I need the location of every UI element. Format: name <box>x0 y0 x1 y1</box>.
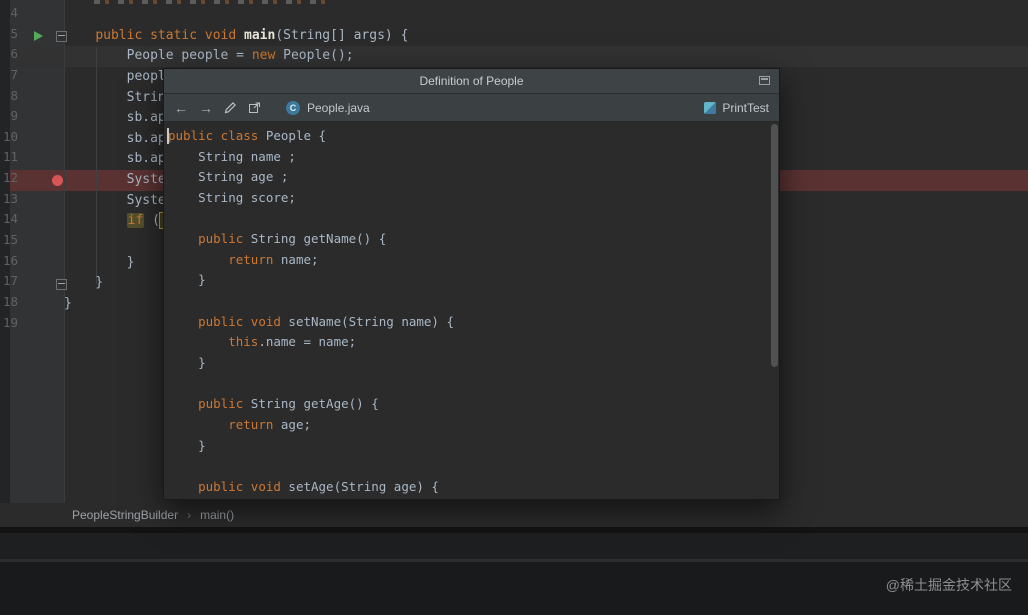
line-number: 6 <box>10 46 18 62</box>
line-number: 19 <box>2 314 18 330</box>
line-number: 11 <box>2 149 18 165</box>
module-icon <box>704 101 717 114</box>
line-number: 17 <box>2 273 18 289</box>
line-number: 4 <box>10 5 18 20</box>
line-number: 8 <box>10 87 18 103</box>
breadcrumb: PeopleStringBuilder › main() <box>0 503 1028 527</box>
bottom-panel <box>0 533 1028 559</box>
popup-title: Definition of People <box>419 74 524 88</box>
line-number: 13 <box>2 190 18 206</box>
line-number: 16 <box>2 252 18 268</box>
popup-content[interactable]: public class People { String name ; Stri… <box>164 122 779 499</box>
line-number: 15 <box>2 232 18 248</box>
line-number: 5 <box>10 25 18 41</box>
popup-scrollbar-thumb[interactable] <box>771 124 778 367</box>
code-line: public void setAge(String age) { <box>198 478 439 494</box>
code-line: public class People { <box>168 128 327 143</box>
forward-icon[interactable]: → <box>199 101 213 115</box>
watermark: @稀土掘金技术社区 <box>885 577 1012 593</box>
breadcrumb-method[interactable]: main() <box>200 508 234 522</box>
code-line: this.name = name; <box>228 334 357 350</box>
line-number: 14 <box>2 211 18 227</box>
class-icon: C <box>286 100 300 115</box>
code-line: String age ; <box>168 169 289 185</box>
code-line: public String getName() { <box>198 231 387 247</box>
line-number: 12 <box>2 170 18 186</box>
code-line: String name ; <box>168 148 296 164</box>
code-line: return name; <box>228 251 319 267</box>
code-line: } <box>168 355 206 371</box>
line-number: 18 <box>2 293 18 309</box>
run-arrow-icon[interactable] <box>34 31 43 41</box>
code-line: public void setName(String name) { <box>198 313 454 329</box>
line-number: 10 <box>2 128 18 144</box>
clipped-code-line <box>94 0 332 4</box>
fold-icon[interactable] <box>56 31 67 42</box>
popup-file-name: People.java <box>307 100 370 115</box>
line-number: 7 <box>10 66 18 82</box>
open-in-editor-icon[interactable] <box>248 101 261 114</box>
code-line: People people = new People(); <box>64 48 354 64</box>
editor-gutter[interactable] <box>10 0 64 503</box>
popup-title-bar[interactable]: Definition of People <box>164 69 779 94</box>
code-line: public String getAge() { <box>198 396 379 412</box>
code-line: public static void main(String[] args) { <box>95 27 409 43</box>
open-in-window-icon[interactable] <box>759 76 770 85</box>
code-line: } <box>168 437 206 453</box>
ide-window: 4 5 6 7 8 9 10 11 12 13 14 15 16 17 18 19 public static… <box>0 0 1028 615</box>
fold-icon[interactable] <box>56 279 67 290</box>
line-number: 9 <box>10 108 18 124</box>
code-line: return age; <box>228 416 312 432</box>
code-line: } <box>168 272 206 288</box>
module-name: PrintTest <box>722 100 769 115</box>
breakpoint-icon[interactable] <box>52 175 63 186</box>
popup-code: public class People { String name ; Stri… <box>168 126 454 498</box>
bottom-bar: @稀土掘金技术社区 <box>0 562 1028 615</box>
edit-source-icon[interactable] <box>224 101 237 114</box>
breadcrumb-class[interactable]: PeopleStringBuilder <box>72 508 178 522</box>
code-line: String score; <box>168 189 296 205</box>
popup-toolbar: ← → C People.java PrintTest <box>164 94 779 122</box>
back-icon[interactable]: ← <box>174 101 188 115</box>
chevron-right-icon: › <box>187 508 192 522</box>
gutter-numbers: 4 5 6 7 8 9 10 11 12 13 14 15 16 17 18 19 <box>0 5 18 335</box>
quick-definition-popup: Definition of People ← → C People.java P… <box>163 68 780 500</box>
